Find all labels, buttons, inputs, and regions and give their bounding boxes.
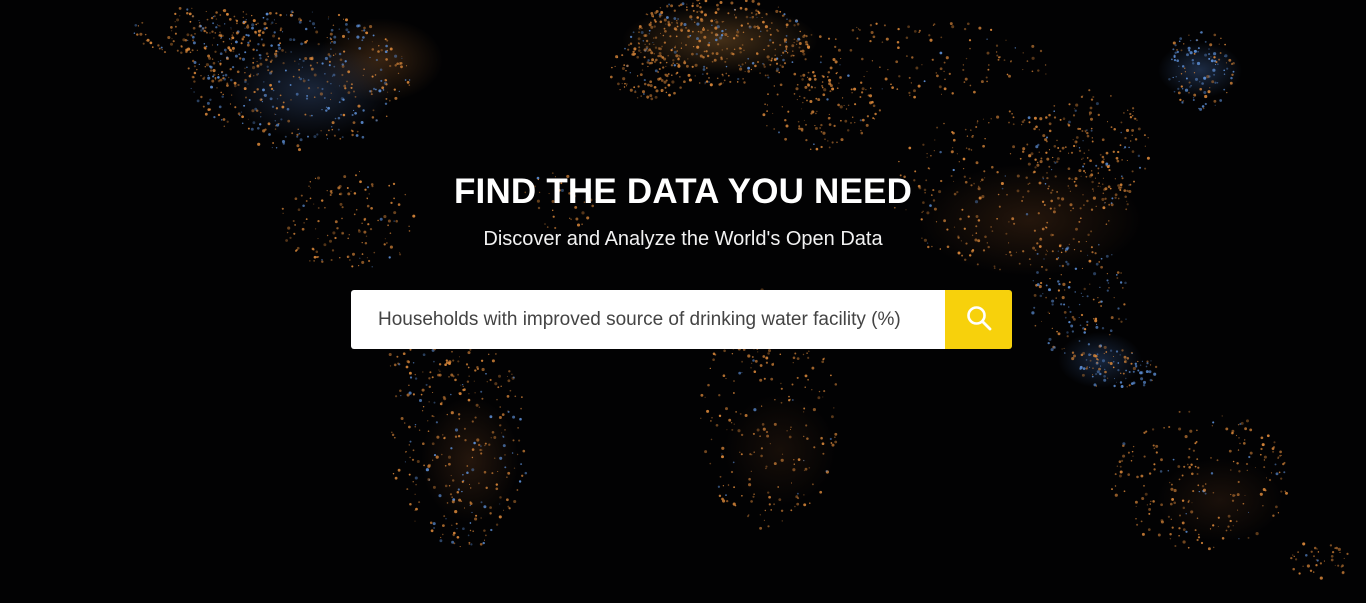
search-button[interactable] — [945, 290, 1012, 349]
search-input[interactable] — [351, 290, 945, 349]
hero-content: FIND THE DATA YOU NEED Discover and Anal… — [0, 0, 1366, 603]
page-subtitle: Discover and Analyze the World's Open Da… — [483, 228, 883, 250]
page-title: FIND THE DATA YOU NEED — [453, 172, 913, 211]
hero-section: FIND THE DATA YOU NEED Discover and Anal… — [0, 0, 1366, 603]
search-icon — [965, 304, 993, 335]
search-bar — [351, 290, 1012, 349]
